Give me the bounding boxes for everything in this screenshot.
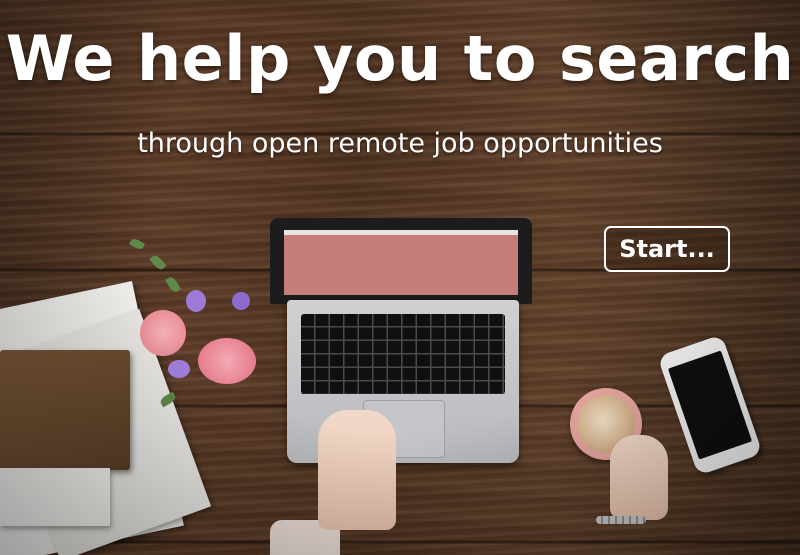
hero-subheadline: through open remote job opportunities — [137, 128, 663, 159]
hero-headline: We help you to search — [5, 22, 795, 95]
hero-section: We help you to search through open remot… — [0, 0, 800, 555]
start-button[interactable]: Start... — [604, 226, 730, 272]
